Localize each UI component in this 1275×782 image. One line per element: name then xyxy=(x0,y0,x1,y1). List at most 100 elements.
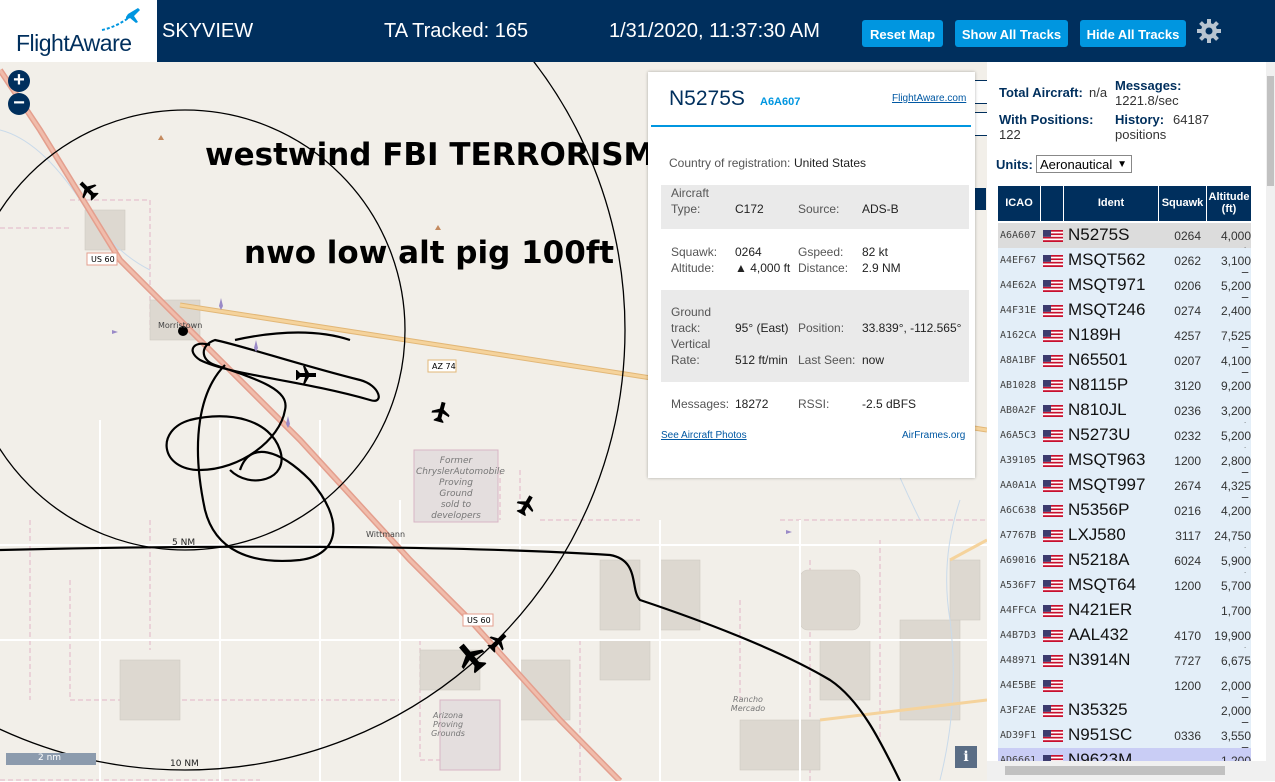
cell-ident: N5356P xyxy=(1068,500,1130,519)
ground-track-label-2: track: xyxy=(671,321,701,335)
messages-rate-label: Messages: xyxy=(1115,78,1182,93)
col-header-altitude[interactable]: Altitude (ft) xyxy=(1207,186,1251,221)
logo[interactable]: FlightAware xyxy=(0,0,157,62)
us-flag-icon xyxy=(1043,330,1063,342)
cell-icao: AB0A2F xyxy=(1000,405,1037,416)
table-row[interactable]: A4EF67MSQT56202623,100 ▼ xyxy=(998,248,1251,282)
cell-ident: MSQT64 xyxy=(1068,575,1137,594)
messages-rate-value: 1221.8/sec xyxy=(1115,93,1179,108)
table-row[interactable]: A4F31E MSQT246 0274 2,400 xyxy=(998,298,1251,324)
reset-map-button[interactable]: Reset Map xyxy=(862,20,943,47)
top-header: FlightAware SKYVIEW TA Tracked: 165 1/31… xyxy=(0,0,1275,62)
distance-label: Distance: xyxy=(798,261,849,275)
hide-all-tracks-button[interactable]: Hide All Tracks xyxy=(1080,20,1186,47)
zoom-in-button[interactable]: + xyxy=(8,70,30,92)
table-row[interactable]: AB0A2FN810JL02363,200 ▲ xyxy=(998,398,1251,432)
table-row[interactable]: A39105MSQT96312002,800 ▼ xyxy=(998,448,1251,482)
squawk-label: Squawk: xyxy=(671,245,718,259)
cell-ident: N5218A xyxy=(1068,550,1130,569)
table-row[interactable]: A7767BLXJ580311724,750 ▲ xyxy=(998,523,1251,557)
cell-squawk: 0336 xyxy=(1174,729,1201,743)
cell-ident: MSQT963 xyxy=(1068,450,1146,469)
cell-squawk: 0264 xyxy=(1174,229,1201,243)
cell-icao: AB1028 xyxy=(1000,380,1037,391)
hscroll-thumb[interactable] xyxy=(1005,766,1225,775)
position-value: 33.839°, -112.565° xyxy=(862,321,962,335)
col-header-squawk[interactable]: Squawk xyxy=(1159,186,1206,221)
flightaware-link[interactable]: FlightAware.com xyxy=(892,93,966,104)
us-flag-icon xyxy=(1043,255,1063,267)
scroll-thumb[interactable] xyxy=(1267,76,1274,186)
cell-ident: N810JL xyxy=(1068,400,1127,419)
units-select-value: Aeronautical xyxy=(1040,157,1113,172)
us-flag-icon xyxy=(1043,280,1063,292)
table-row[interactable]: A69016N5218A60245,900 ▲ xyxy=(998,548,1251,582)
cell-altitude: 4,200 xyxy=(1220,504,1251,518)
table-row[interactable]: A162CAN189H42577,525 ▼ xyxy=(998,323,1251,357)
vertical-scrollbar[interactable] xyxy=(1266,62,1275,781)
aircraft-photos-link[interactable]: See Aircraft Photos xyxy=(661,430,747,441)
table-row[interactable]: A6A5C3N5273U02325,200 ▲ xyxy=(998,423,1251,457)
chrysler-label: Former ChryslerAutomobile Proving Ground… xyxy=(416,456,505,521)
us-flag-icon xyxy=(1043,680,1063,692)
table-row[interactable]: AD39F1N951SC03363,550 ▼ xyxy=(998,723,1251,757)
table-row[interactable]: A48971 N3914N 7727 6,675 xyxy=(998,648,1251,674)
wittmann-label: Wittmann xyxy=(366,530,406,539)
gear-icon[interactable] xyxy=(1196,18,1222,44)
horizontal-scrollbar[interactable] xyxy=(987,761,1266,781)
position-label: Position: xyxy=(798,321,845,335)
table-row[interactable]: A4FFCA N421ER 1,700 xyxy=(998,598,1251,624)
us-flag-icon xyxy=(1043,705,1063,717)
cell-icao: A4EF67 xyxy=(1000,255,1037,266)
us-flag-icon xyxy=(1043,655,1063,667)
cell-squawk: 0274 xyxy=(1174,304,1201,318)
az74-label: AZ 74 xyxy=(432,362,456,371)
us-flag-icon xyxy=(1043,380,1063,392)
logo-plane-icon xyxy=(101,8,140,31)
table-row[interactable]: AA0A1AMSQT99726744,325 ▼ xyxy=(998,473,1251,507)
cell-altitude: 1,700 xyxy=(1220,604,1251,618)
table-row[interactable]: A8A1BFN6550102074,100 ▼ xyxy=(998,348,1251,382)
table-row[interactable]: A4E5BE12002,000 ▼ xyxy=(998,673,1251,707)
cell-icao: A6A607 xyxy=(1000,230,1037,241)
ring-10nm-label: 10 NM xyxy=(170,759,199,769)
last-seen-label: Last Seen: xyxy=(798,353,856,367)
table-row[interactable]: AB1028 N8115P 3120 9,200 xyxy=(998,373,1251,399)
aircraft-type-label: Aircraft xyxy=(671,186,710,200)
table-row[interactable]: A3F2AEN353252,000 ▼ xyxy=(998,698,1251,732)
popup-section-track xyxy=(661,290,969,382)
tracked-count: TA Tracked: 165 xyxy=(384,20,529,42)
table-row[interactable]: A4E62AMSQT97102065,200 ▼ xyxy=(998,273,1251,307)
table-row[interactable]: A4B7D3AAL432417019,900 ▲ xyxy=(998,623,1251,657)
cell-ident: AAL432 xyxy=(1068,625,1129,644)
cell-ident: N3914N xyxy=(1068,650,1131,669)
country-value: United States xyxy=(794,156,867,170)
units-select[interactable]: Aeronautical ▼ xyxy=(1036,155,1132,173)
altitude-label: Altitude: xyxy=(671,261,715,275)
col-header-flag[interactable] xyxy=(1041,186,1063,221)
info-button[interactable]: i xyxy=(955,746,977,768)
cell-icao: A3F2AE xyxy=(1000,705,1037,716)
vertical-rate-label: Vertical xyxy=(671,337,711,351)
cell-ident: MSQT562 xyxy=(1068,250,1146,269)
last-seen-value: now xyxy=(862,353,885,367)
col-header-ident[interactable]: Ident xyxy=(1064,186,1158,221)
cell-squawk: 3120 xyxy=(1174,379,1201,393)
airframes-link[interactable]: AirFrames.org xyxy=(902,430,965,441)
arizona-proving-label: Arizona Proving Grounds xyxy=(431,711,465,738)
col-header-icao[interactable]: ICAO xyxy=(998,186,1040,221)
us-flag-icon xyxy=(1043,455,1063,467)
cell-icao: A6C638 xyxy=(1000,505,1037,516)
table-row[interactable]: A6C638 N5356P 0216 4,200 xyxy=(998,498,1251,524)
cell-squawk: 6024 xyxy=(1174,554,1201,568)
overlay-text-line2: nwo low alt pig 100ft xyxy=(244,235,615,271)
history-label: History: xyxy=(1115,112,1165,127)
table-row[interactable]: A536F7 MSQT64 1200 5,700 xyxy=(998,573,1251,599)
source-label: Source: xyxy=(798,202,840,216)
show-all-tracks-button[interactable]: Show All Tracks xyxy=(955,20,1068,47)
us-flag-icon xyxy=(1043,530,1063,542)
overlay-text-line1: westwind FBI TERRORISM xyxy=(205,137,655,173)
table-row[interactable]: A6A607N5275S02644,000 ▲ xyxy=(998,223,1251,257)
zoom-out-button[interactable]: − xyxy=(8,93,30,115)
cell-icao: A6A5C3 xyxy=(1000,430,1037,441)
